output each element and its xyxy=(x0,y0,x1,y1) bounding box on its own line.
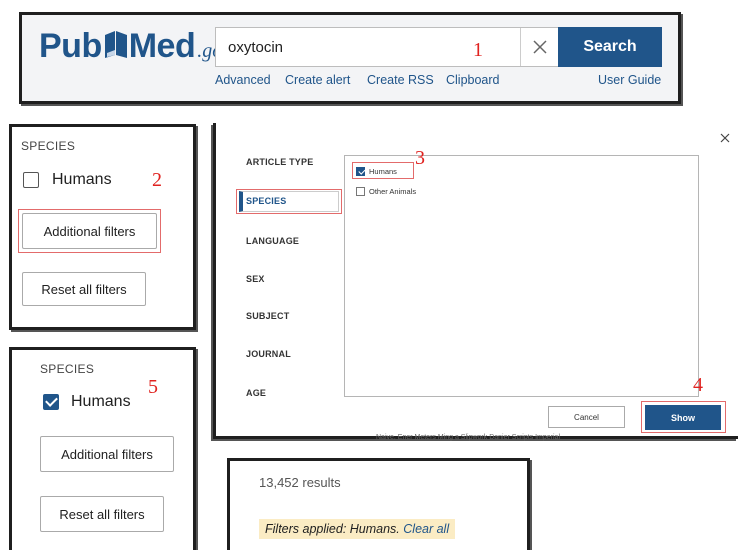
user-guide-link[interactable]: User Guide xyxy=(598,73,661,87)
result-count: 13,452 results xyxy=(259,475,341,490)
humans-checkbox[interactable] xyxy=(23,172,39,188)
step-number-2: 2 xyxy=(152,169,162,191)
additional-filters-button[interactable]: Additional filters xyxy=(40,436,174,472)
species-filter-panel-after: SPECIES Humans Additional filters Reset … xyxy=(9,347,196,550)
highlight-box xyxy=(352,162,414,179)
humans-checkbox-checked[interactable] xyxy=(43,394,59,410)
additional-filters-dialog: ARTICLE TYPE SPECIES LANGUAGE SEX SUBJEC… xyxy=(213,123,738,441)
other-animals-option-checkbox[interactable] xyxy=(356,187,365,196)
step-number-3: 3 xyxy=(415,147,425,169)
humans-checkbox-label: Humans xyxy=(71,393,131,410)
category-age[interactable]: AGE xyxy=(246,388,266,398)
species-heading: SPECIES xyxy=(40,362,95,376)
reset-all-filters-button[interactable]: Reset all filters xyxy=(22,272,146,306)
category-journal[interactable]: JOURNAL xyxy=(246,349,291,359)
category-sex[interactable]: SEX xyxy=(246,274,265,284)
book-icon xyxy=(103,27,129,58)
create-alert-link[interactable]: Create alert xyxy=(285,73,350,87)
species-options-list: Humans Other Animals xyxy=(344,155,699,397)
clear-search-button[interactable] xyxy=(520,28,558,66)
pubmed-logo[interactable]: Pub Med .gov xyxy=(39,27,231,67)
highlight-box xyxy=(18,209,161,253)
category-language[interactable]: LANGUAGE xyxy=(246,236,299,246)
create-rss-link[interactable]: Create RSS xyxy=(367,73,434,87)
cancel-button[interactable]: Cancel xyxy=(548,406,625,428)
highlight-box xyxy=(641,401,726,433)
background-page-text: Naive, Ener Meters Ming a Slipwork Danie… xyxy=(376,434,561,441)
pubmed-header-panel: Pub Med .gov oxytocin Search Advanced Cr… xyxy=(19,12,681,104)
search-input[interactable]: oxytocin xyxy=(215,27,558,67)
other-animals-option-label: Other Animals xyxy=(369,187,417,196)
search-button[interactable]: Search xyxy=(558,27,662,67)
species-heading: SPECIES xyxy=(21,139,76,153)
results-panel: 13,452 results Filters applied: Humans. … xyxy=(227,458,530,550)
advanced-link[interactable]: Advanced xyxy=(215,73,271,87)
category-subject[interactable]: SUBJECT xyxy=(246,311,289,321)
step-number-5: 5 xyxy=(148,376,158,398)
filters-applied-text: Filters applied: Humans. xyxy=(265,522,400,536)
humans-checkbox-label: Humans xyxy=(52,171,112,188)
category-article-type[interactable]: ARTICLE TYPE xyxy=(246,157,313,167)
reset-all-filters-button[interactable]: Reset all filters xyxy=(40,496,164,532)
search-input-value: oxytocin xyxy=(228,39,284,56)
logo-pub-text: Pub xyxy=(39,27,102,65)
clipboard-link[interactable]: Clipboard xyxy=(446,73,500,87)
step-number-1: 1 xyxy=(473,39,483,61)
close-icon xyxy=(532,40,547,54)
clear-all-link[interactable]: Clear all xyxy=(403,522,449,536)
filters-applied-banner: Filters applied: Humans. Clear all xyxy=(259,519,456,539)
close-icon[interactable] xyxy=(720,133,730,143)
species-filter-panel-before: SPECIES Humans Additional filters Reset … xyxy=(9,124,196,330)
highlight-box xyxy=(236,189,342,214)
step-number-4: 4 xyxy=(693,374,703,396)
logo-med-text: Med xyxy=(128,27,196,65)
